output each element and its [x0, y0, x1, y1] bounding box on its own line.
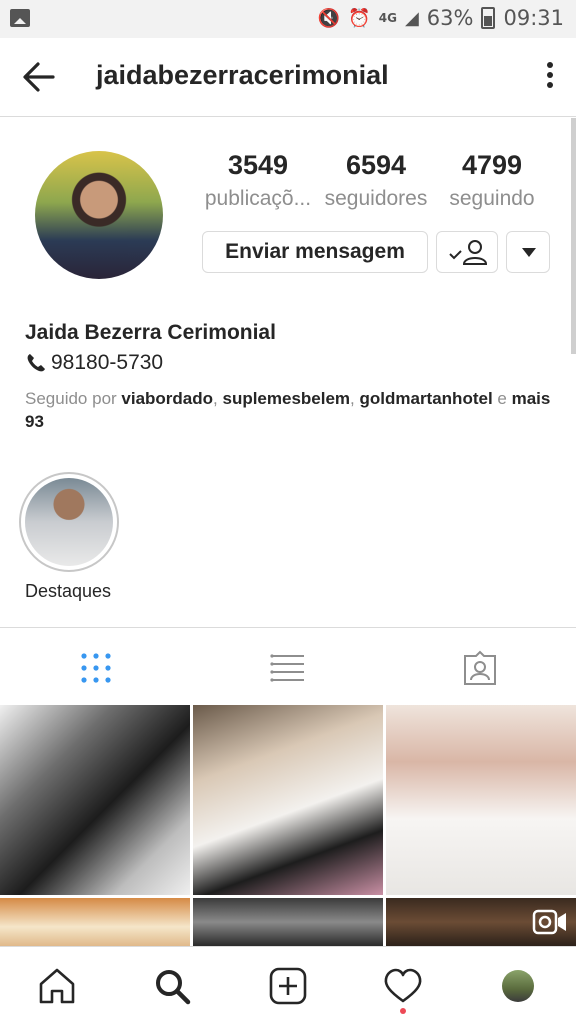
followed-user[interactable]: viabordado	[121, 389, 213, 408]
post-thumbnail-text-overlay[interactable]	[193, 898, 383, 946]
grid-view-icon[interactable]	[76, 648, 116, 688]
highlight-cover[interactable]	[25, 478, 113, 566]
stat-label: seguindo	[449, 187, 535, 210]
post-thumbnail-couple[interactable]	[0, 705, 190, 895]
profile-phone[interactable]: 98180-5730	[25, 351, 163, 375]
post-thumbnail-bride-veil[interactable]	[0, 898, 190, 946]
phone-number: 98180-5730	[51, 351, 164, 374]
send-message-button[interactable]: Enviar mensagem	[202, 231, 428, 273]
stat-posts[interactable]: 3549 publicaçõ...	[200, 150, 316, 211]
followed-user[interactable]: suplemesbelem	[222, 389, 350, 408]
search-icon[interactable]	[152, 966, 192, 1006]
tagged-photos-icon[interactable]	[460, 648, 500, 688]
network-label: 4G	[378, 11, 397, 25]
stat-value: 4799	[461, 150, 523, 180]
phone-icon	[27, 354, 45, 372]
profile-avatar[interactable]	[35, 151, 163, 279]
status-right: 🔇 ⏰ 4G ◢ 63% 09:31	[318, 6, 564, 30]
profile-full-name: Jaida Bezerra Cerimonial	[25, 321, 276, 344]
stat-value: 3549	[227, 150, 289, 180]
stat-followers[interactable]: 6594 seguidores	[320, 150, 432, 211]
battery-icon	[481, 7, 496, 29]
suggested-dropdown-button[interactable]	[506, 231, 550, 273]
followed-by-prefix: Seguido por	[25, 389, 122, 408]
stat-following[interactable]: 4799 seguindo	[444, 150, 540, 211]
scrollbar[interactable]	[571, 118, 576, 354]
following-check-person-icon	[449, 240, 488, 265]
profile-header: jaidabezerracerimonial	[0, 38, 576, 117]
divider	[0, 627, 576, 628]
following-button[interactable]	[436, 231, 498, 273]
stat-label: seguidores	[324, 187, 428, 210]
post-thumbnail-bride-bouquet[interactable]	[193, 705, 383, 895]
status-bar: 🔇 ⏰ 4G ◢ 63% 09:31	[0, 0, 576, 38]
stat-value: 6594	[345, 150, 407, 180]
list-view-icon[interactable]	[268, 648, 308, 688]
battery-percent: 63%	[426, 6, 474, 30]
home-icon[interactable]	[37, 966, 77, 1006]
more-options-icon[interactable]	[546, 62, 554, 92]
own-profile-avatar[interactable]	[502, 970, 534, 1002]
activity-notification-dot	[400, 1008, 406, 1014]
profile-username: jaidabezerracerimonial	[96, 60, 389, 90]
followed-by-text[interactable]: Seguido por viabordado, suplemesbelem, g…	[25, 387, 555, 433]
clock: 09:31	[503, 6, 564, 30]
alarm-icon: ⏰	[348, 7, 371, 29]
signal-icon: ◢	[404, 7, 419, 29]
add-post-icon[interactable]	[268, 966, 308, 1006]
mute-icon: 🔇	[317, 7, 341, 29]
post-thumbnail-video[interactable]	[386, 898, 576, 946]
stat-label: publicaçõ...	[204, 187, 312, 210]
activity-heart-icon[interactable]	[383, 966, 423, 1006]
back-arrow-icon[interactable]	[22, 58, 56, 96]
post-thumbnail-bride-dress[interactable]	[386, 705, 576, 895]
video-icon	[532, 909, 566, 935]
followed-user[interactable]: goldmartanhotel	[360, 389, 493, 408]
gallery-notification-icon	[10, 9, 30, 27]
followed-by-joiner: e	[492, 389, 512, 408]
highlight-label: Destaques	[25, 581, 112, 601]
